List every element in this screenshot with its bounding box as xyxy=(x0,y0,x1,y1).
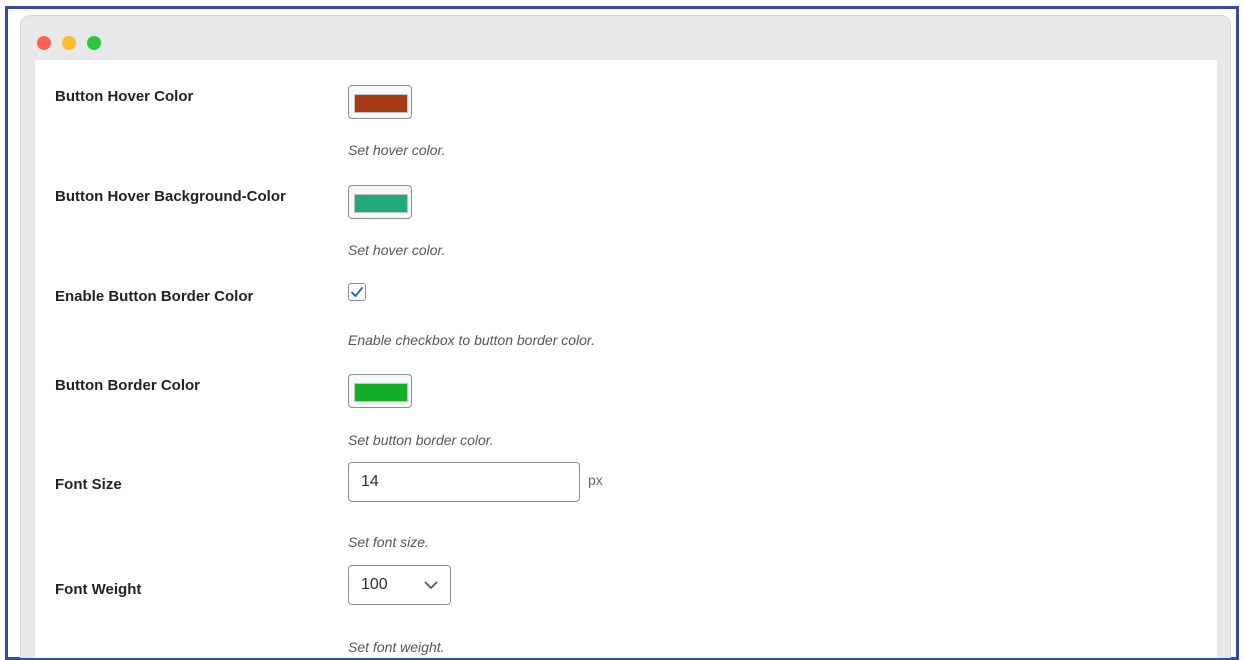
enable-border-label: Enable Button Border Color xyxy=(55,288,254,305)
checkmark-icon xyxy=(351,287,363,297)
font-weight-select[interactable]: 100 xyxy=(348,565,451,605)
border-color-label: Button Border Color xyxy=(55,377,200,394)
chevron-down-icon xyxy=(424,581,438,589)
enable-border-description: Enable checkbox to button border color. xyxy=(348,332,595,348)
hover-bg-color-swatch xyxy=(354,194,408,213)
maximize-window-button[interactable] xyxy=(87,36,101,50)
minimize-window-button[interactable] xyxy=(62,36,76,50)
font-weight-description: Set font weight. xyxy=(348,639,445,655)
font-size-unit: px xyxy=(588,472,603,488)
hover-color-picker[interactable] xyxy=(348,85,412,119)
hover-color-label: Button Hover Color xyxy=(55,88,194,105)
border-color-picker[interactable] xyxy=(348,374,412,408)
hover-bg-color-description: Set hover color. xyxy=(348,242,446,258)
hover-color-swatch xyxy=(354,94,408,113)
window-titlebar xyxy=(21,16,1230,60)
border-color-description: Set button border color. xyxy=(348,432,494,448)
font-size-label: Font Size xyxy=(55,476,122,493)
enable-border-checkbox[interactable] xyxy=(348,283,366,301)
close-window-button[interactable] xyxy=(37,36,51,50)
font-weight-label: Font Weight xyxy=(55,581,142,598)
hover-bg-color-picker[interactable] xyxy=(348,185,412,219)
screenshot-frame: Button Hover Color Set hover color. Butt… xyxy=(5,6,1239,660)
hover-color-description: Set hover color. xyxy=(348,142,446,158)
settings-form: Button Hover Color Set hover color. Butt… xyxy=(35,60,1217,658)
font-size-description: Set font size. xyxy=(348,534,429,550)
hover-bg-color-label: Button Hover Background-Color xyxy=(55,188,286,205)
border-color-swatch xyxy=(354,383,408,402)
font-size-input[interactable] xyxy=(348,462,580,502)
app-window: Button Hover Color Set hover color. Butt… xyxy=(20,15,1231,658)
font-weight-selected-value: 100 xyxy=(361,576,388,593)
